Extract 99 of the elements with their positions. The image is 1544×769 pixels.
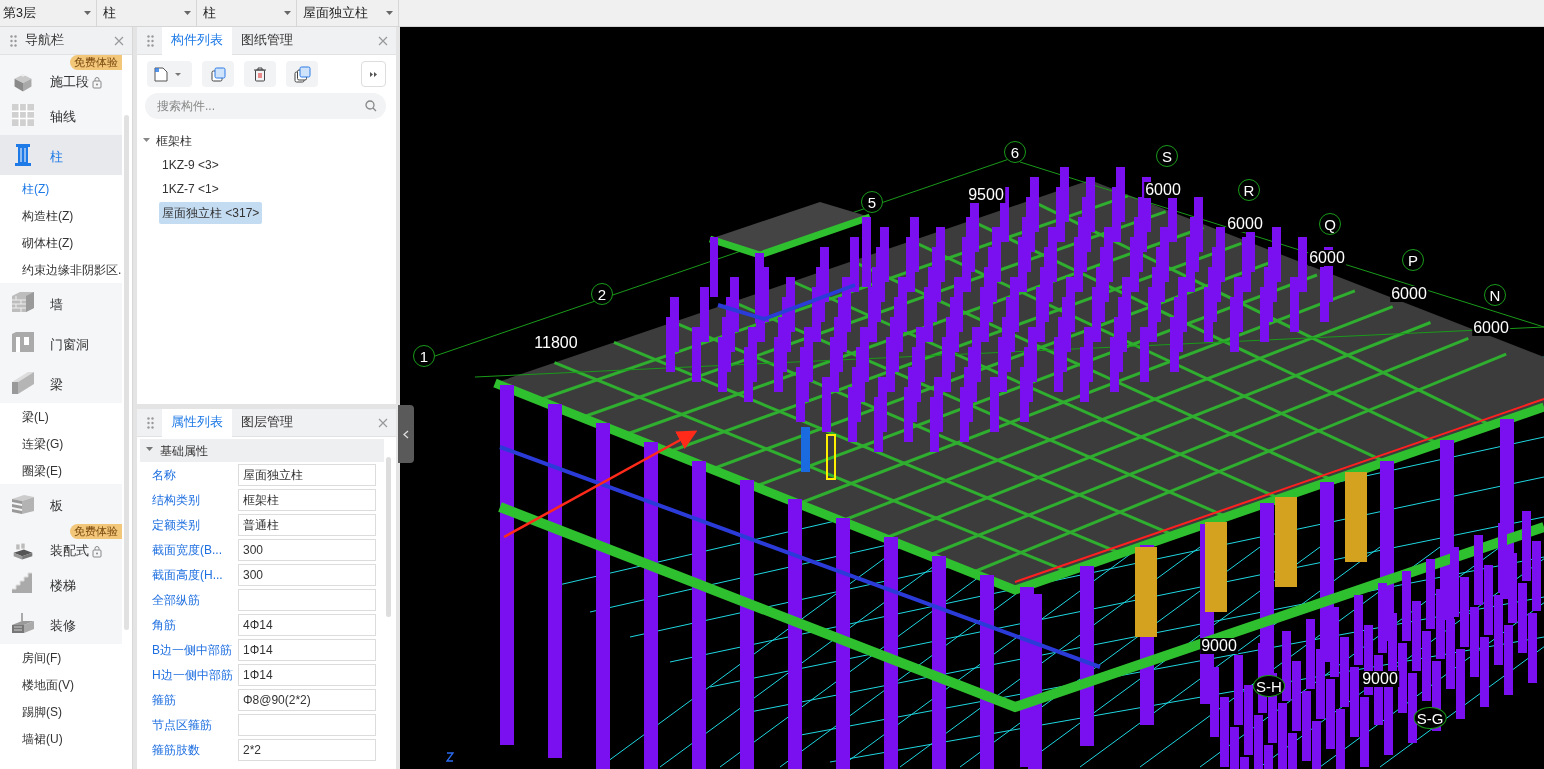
property-value-field[interactable]: Φ8@90(2*2) xyxy=(238,688,376,711)
trash-icon xyxy=(252,66,268,82)
property-value-field[interactable]: 框架柱 xyxy=(238,488,376,511)
property-name: 箍筋 xyxy=(152,691,177,709)
axis-label: S-G xyxy=(1413,707,1447,729)
collapse-handle[interactable] xyxy=(398,405,414,463)
axis-label: 6 xyxy=(1004,141,1026,163)
property-name: 名称 xyxy=(152,466,177,484)
trial-badge: 免费体验 xyxy=(70,55,122,70)
axis-label: 2 xyxy=(591,283,613,305)
dimension-label: 9000 xyxy=(1200,638,1238,654)
dimension-label: 9500 xyxy=(967,187,1005,203)
copy-icon xyxy=(209,65,227,83)
double-arrow-icon xyxy=(370,71,377,77)
property-value-field[interactable]: 300 xyxy=(238,538,376,561)
property-name: 截面高度(H... xyxy=(152,566,224,584)
expand-caret-icon xyxy=(146,447,153,454)
tree-node[interactable]: 框架柱 xyxy=(153,130,195,152)
more-button[interactable] xyxy=(361,61,386,87)
tree-item[interactable]: 1KZ-9 <3> xyxy=(159,154,222,176)
property-value-field[interactable] xyxy=(238,713,376,736)
property-value-field[interactable]: 普通柱 xyxy=(238,513,376,536)
panel-tab[interactable]: 构件列表 xyxy=(162,26,232,55)
trial-badge: 免费体验 xyxy=(70,524,122,539)
close-icon[interactable] xyxy=(114,35,124,46)
axis-label: S-H xyxy=(1253,675,1285,697)
drag-handle-icon[interactable] xyxy=(147,34,154,47)
expand-caret-icon[interactable] xyxy=(143,137,150,145)
axis-label: Q xyxy=(1319,213,1341,235)
axis-label: S xyxy=(1156,145,1178,167)
new-component-button[interactable] xyxy=(147,61,192,87)
property-name: 角筋 xyxy=(152,616,177,634)
axis-label: 1 xyxy=(413,345,435,367)
panel-title: 导航栏 xyxy=(25,32,64,50)
nav-category-item[interactable]: 楼梯 xyxy=(0,564,122,604)
beam-icon xyxy=(10,370,36,396)
dimension-label: 6000 xyxy=(1308,250,1346,266)
copy-to-layer-button[interactable] xyxy=(286,61,318,87)
property-name: 节点区箍筋 xyxy=(152,716,213,734)
dimension-label: 6000 xyxy=(1144,182,1182,198)
property-value-field[interactable]: 屋面独立柱 xyxy=(238,463,376,486)
nav-category-item[interactable]: 柱 xyxy=(0,135,122,175)
property-value-field[interactable] xyxy=(238,588,376,611)
scrollbar[interactable] xyxy=(386,457,391,617)
caret-icon xyxy=(175,72,181,76)
property-group-header[interactable]: 基础属性 xyxy=(140,439,384,462)
nav-category-item[interactable]: 梁 xyxy=(0,363,122,403)
dimension-label: 9000 xyxy=(1361,671,1399,687)
tree-item[interactable]: 1KZ-7 <1> xyxy=(159,178,222,200)
caret-icon xyxy=(84,11,91,15)
dimension-label: 11800 xyxy=(533,335,579,351)
drag-handle-icon[interactable] xyxy=(147,416,154,429)
nav-category-item[interactable]: 墙 xyxy=(0,283,122,323)
search-field[interactable]: 搜索构件... xyxy=(145,93,386,119)
panel-tab[interactable]: 图层管理 xyxy=(232,409,302,437)
dropdown[interactable]: 柱 xyxy=(100,0,197,26)
drag-handle-icon[interactable] xyxy=(10,34,17,47)
nav-category-item[interactable]: 门窗洞 xyxy=(0,323,122,363)
dimension-label: 6000 xyxy=(1226,216,1264,232)
property-name: B边一侧中部筋 xyxy=(152,641,233,659)
nav-category-item[interactable]: 板 xyxy=(0,484,122,524)
property-value-field[interactable]: 300 xyxy=(238,563,376,586)
nav-category-item[interactable]: 轴线 xyxy=(0,95,122,135)
dimension-label: 6000 xyxy=(1472,320,1510,336)
property-value-field[interactable]: 1Φ14 xyxy=(238,638,376,661)
property-name: 定额类别 xyxy=(152,516,201,534)
axis-indicator-icon xyxy=(446,752,454,762)
property-name: H边一侧中部筋 xyxy=(152,666,234,684)
document-icon xyxy=(153,65,169,83)
axis-label: 5 xyxy=(861,191,883,213)
axis-label: N xyxy=(1484,284,1506,306)
dropdown[interactable]: 第3层 xyxy=(0,0,97,26)
stacked-copy-icon xyxy=(293,65,311,83)
axis-label: P xyxy=(1402,249,1424,271)
caret-icon xyxy=(386,11,393,15)
panel-tab[interactable]: 属性列表 xyxy=(162,409,232,437)
close-icon[interactable] xyxy=(378,35,388,46)
axis-label: R xyxy=(1238,179,1260,201)
nav-category-item[interactable]: 装修 xyxy=(0,604,122,644)
dropdown[interactable]: 屋面独立柱 xyxy=(300,0,399,26)
caret-icon xyxy=(184,11,191,15)
property-value-field[interactable]: 2*2 xyxy=(238,738,376,761)
search-icon xyxy=(365,100,377,112)
grid-icon xyxy=(10,102,36,128)
dropdown[interactable]: 柱 xyxy=(200,0,297,26)
tree-item[interactable]: 屋面独立柱 <317> xyxy=(159,202,263,224)
property-value-field[interactable]: 1Φ14 xyxy=(238,663,376,686)
property-name: 截面宽度(B... xyxy=(152,541,223,559)
property-name: 结构类别 xyxy=(152,491,201,509)
delete-button[interactable] xyxy=(244,61,276,87)
scrollbar[interactable] xyxy=(124,115,129,630)
copy-button[interactable] xyxy=(202,61,234,87)
property-name: 全部纵筋 xyxy=(152,591,201,609)
close-icon[interactable] xyxy=(378,417,388,428)
panel-tab[interactable]: 图纸管理 xyxy=(232,26,302,55)
property-value-field[interactable]: 4Φ14 xyxy=(238,613,376,636)
property-name: 箍筋肢数 xyxy=(152,741,201,759)
dimension-label: 6000 xyxy=(1390,286,1428,302)
caret-icon xyxy=(284,11,291,15)
